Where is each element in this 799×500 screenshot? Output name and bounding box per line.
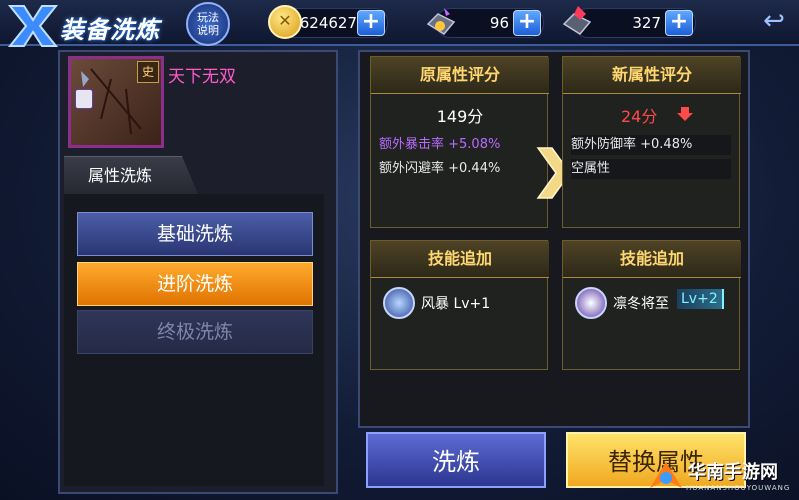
- old-skill-box: 技能追加 风暴 Lv+1: [370, 240, 549, 370]
- page-title: 装备洗炼: [60, 16, 160, 44]
- new-skill-box: 技能追加 凛冬将至 Lv+2: [562, 240, 741, 370]
- advanced-refine-button[interactable]: 进阶洗炼: [77, 262, 313, 306]
- old-score: 149分: [436, 107, 484, 126]
- rarity-badge: 史: [137, 61, 159, 83]
- basic-refine-button[interactable]: 基础洗炼: [77, 212, 313, 256]
- new-score-header: 新属性评分: [563, 57, 741, 94]
- watermark-subtext: HUANANSHOUYOUWANG: [686, 484, 791, 492]
- help-button[interactable]: 玩法 说明: [186, 2, 230, 46]
- equipment-slot[interactable]: 史: [68, 56, 164, 148]
- old-skill-text: 风暴 Lv+1: [421, 296, 491, 312]
- new-attributes-box: 新属性评分 24分 额外防御率 +0.48% 空属性: [562, 56, 741, 228]
- refine-button[interactable]: 洗炼: [366, 432, 546, 488]
- gold-coin-icon: ✕: [268, 5, 302, 39]
- old-attributes-box: 原属性评分 149分 额外暴击率 +5.08% 额外闪避率 +0.44%: [370, 56, 549, 228]
- help-label: 玩法 说明: [197, 11, 219, 37]
- watermark-logo-icon: [650, 462, 682, 488]
- new-skill-level: Lv+2: [677, 289, 724, 309]
- score-down-arrow-icon: [677, 107, 693, 121]
- new-skill-name: 凛冬将至: [613, 296, 669, 312]
- new-skill-header: 技能追加: [563, 241, 741, 278]
- old-attr-1: 额外暴击率 +5.08%: [379, 137, 501, 152]
- item-name: 天下无双: [168, 67, 236, 87]
- ultimate-refine-button[interactable]: 终极洗炼: [77, 310, 313, 354]
- add-gem-button[interactable]: +: [513, 10, 541, 36]
- old-skill-header: 技能追加: [371, 241, 549, 278]
- winter-skill-icon: [575, 287, 607, 319]
- new-attr-1: 额外防御率 +0.48%: [571, 135, 731, 155]
- close-x-icon[interactable]: [6, 2, 60, 50]
- new-score: 24分: [621, 107, 658, 126]
- crystal-value: 327: [632, 14, 661, 32]
- add-crystal-button[interactable]: +: [665, 10, 693, 36]
- gem-value: 96: [489, 14, 509, 32]
- crystal-icon: [562, 6, 592, 35]
- old-score-header: 原属性评分: [371, 57, 549, 94]
- watermark-text: 华南手游网: [688, 462, 778, 483]
- refine-stone-icon: [426, 8, 456, 35]
- old-attr-2: 额外闪避率 +0.44%: [379, 161, 501, 176]
- gold-value: 624627: [299, 14, 357, 32]
- back-arrow-icon[interactable]: ↩: [758, 6, 790, 36]
- new-attr-2: 空属性: [571, 159, 731, 179]
- add-gold-button[interactable]: +: [357, 10, 385, 36]
- storm-skill-icon: [383, 287, 415, 319]
- tab-attribute-refine[interactable]: 属性洗炼: [64, 156, 198, 194]
- lock-icon: [75, 89, 93, 109]
